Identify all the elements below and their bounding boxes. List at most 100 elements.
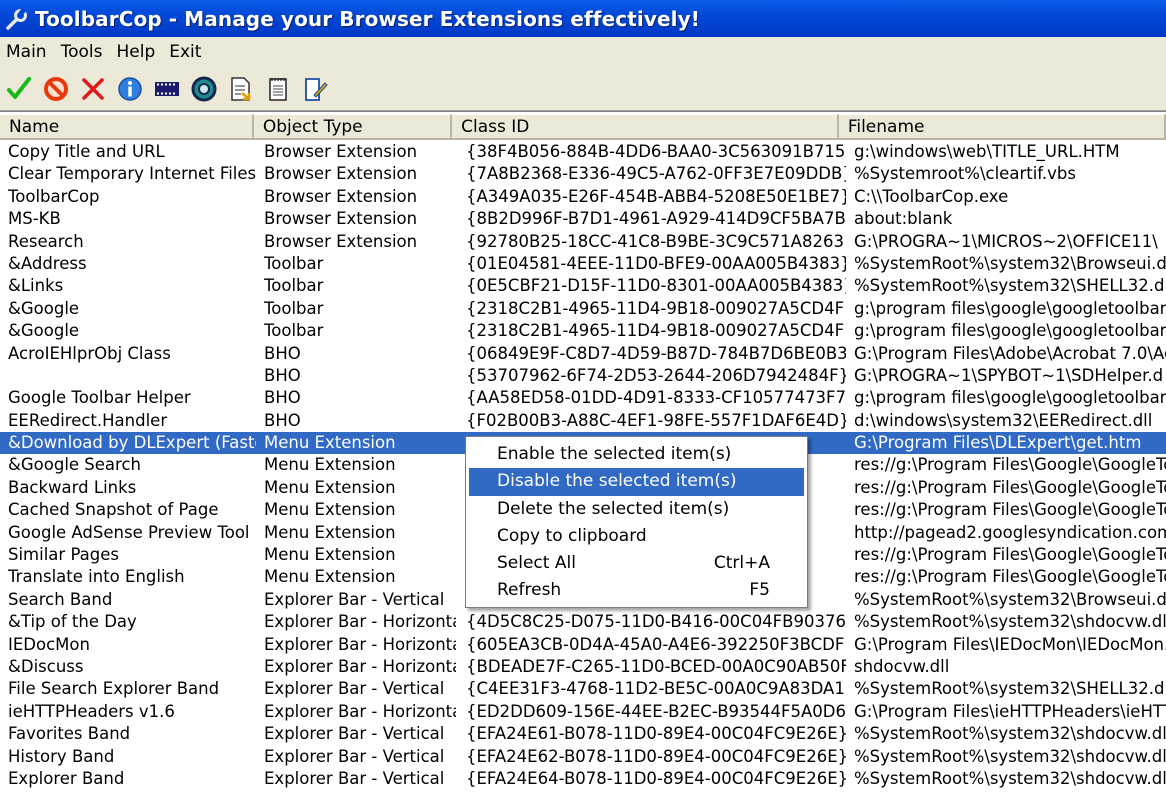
cell-object-type: BHO (264, 343, 301, 363)
cell-name: Google Toolbar Helper (8, 388, 191, 408)
cell-class-id: {8B2D996F-B7D1-4961-A929-414D9CF5BA7B} (466, 209, 846, 229)
context-menu-item-label: Delete the selected item(s) (497, 498, 730, 519)
cell-filename: C:\\ToolbarCop.exe (854, 186, 1009, 206)
cell-filename: g:\program files\google\googletoolbar1.d (854, 388, 1166, 408)
cell-object-type: BHO (264, 410, 301, 430)
table-row[interactable]: &Discuss Explorer Bar - Horizontal {BDEADE… (0, 656, 1166, 678)
context-menu-item-label: Enable the selected item(s) (497, 444, 732, 464)
cell-object-type: Menu Extension (264, 433, 396, 453)
title-bar: ToolbarCop - Manage your Browser Extensi… (0, 0, 1166, 37)
table-row[interactable]: Clear Temporary Internet Files Browser Ex… (0, 163, 1166, 185)
cell-filename: about:blank (854, 209, 953, 229)
table-row[interactable]: &Address Toolbar {01E04581-4EEE-11D0-BFE9-… (0, 253, 1166, 275)
cell-object-type: Toolbar (264, 276, 324, 296)
cell-filename: res://g:\Program Files\Google\GoogleTo (854, 477, 1166, 497)
globe-gear-icon (191, 76, 216, 101)
cell-class-id: {01E04581-4EEE-11D0-BFE9-00AA005B4383} (466, 253, 846, 273)
cell-filename: g:\program files\google\googletoolbar1.d (854, 321, 1166, 341)
cell-name: AcroIEHlprObj Class (8, 343, 171, 363)
cell-name: &Tip of the Day (8, 612, 137, 632)
table-row[interactable]: Explorer Band Explorer Bar - Vertical {EFA… (0, 768, 1166, 790)
menu-main[interactable]: Main (0, 42, 53, 62)
table-row[interactable]: History Band Explorer Bar - Vertical {EFA2… (0, 746, 1166, 768)
cell-object-type: Menu Extension (264, 455, 396, 475)
globe-button[interactable] (185, 71, 222, 107)
cell-object-type: BHO (264, 388, 301, 408)
menu-help[interactable]: Help (110, 42, 161, 62)
table-row[interactable]: &Tip of the Day Explorer Bar - Horizontal… (0, 611, 1166, 633)
context-menu: Enable the selected item(s) Disable the s… (465, 436, 808, 608)
cell-name: EERedirect.Handler (8, 410, 168, 430)
cell-name: IEDocMon (8, 634, 90, 654)
cell-class-id: {EFA24E64-B078-11D0-89E4-00C04FC9E26E} (466, 768, 846, 788)
cell-object-type: Explorer Bar - Vertical (264, 679, 445, 699)
column-header-name[interactable]: Name (0, 114, 254, 140)
table-row[interactable]: AcroIEHlprObj Class BHO {06849E9F-C8D7-4D5… (0, 343, 1166, 365)
context-menu-item[interactable]: Delete the selected item(s) (469, 496, 804, 523)
table-row[interactable]: Research Browser Extension {92780B25-18CC-… (0, 231, 1166, 253)
cell-object-type: Toolbar (264, 253, 324, 273)
table-row[interactable]: &Links Toolbar {0E5CBF21-D15F-11D0-8301-00… (0, 275, 1166, 297)
table-row[interactable]: BHO {53707962-6F74-2D53-2644-206D7942484F… (0, 365, 1166, 387)
edit-button[interactable] (296, 71, 333, 107)
cell-class-id: {605EA3CB-0D4A-45A0-A4E6-392250F3BCDF} (466, 634, 846, 654)
delete-button[interactable] (74, 71, 111, 107)
table-row[interactable]: File Search Explorer Band Explorer Bar - … (0, 678, 1166, 700)
cell-name: &Links (8, 276, 64, 296)
column-header-class-id[interactable]: Class ID (452, 114, 839, 140)
context-menu-item[interactable]: Refresh F5 (469, 577, 804, 604)
export-button[interactable] (222, 71, 259, 107)
cell-name: File Search Explorer Band (8, 679, 220, 699)
table-row[interactable]: Google Toolbar Helper BHO {AA58ED58-01DD-4… (0, 387, 1166, 409)
cell-class-id: {ED2DD609-156E-44EE-B2EC-B93544F5A0D6} (466, 701, 846, 721)
context-menu-item[interactable]: Enable the selected item(s) (469, 441, 804, 468)
cell-class-id: {2318C2B1-4965-11D4-9B18-009027A5CD4F} (466, 321, 846, 341)
cell-name: Google AdSense Preview Tool (8, 522, 250, 542)
cell-filename: res://g:\Program Files\Google\GoogleTo (854, 455, 1166, 475)
table-row[interactable]: Favorites Band Explorer Bar - Vertical {EF… (0, 723, 1166, 745)
film-button[interactable] (148, 71, 185, 107)
cell-class-id: {EFA24E61-B078-11D0-89E4-00C04FC9E26E} (466, 724, 846, 744)
cell-filename: %SystemRoot%\system32\Browseui.dll (854, 253, 1166, 273)
cell-name: Backward Links (8, 477, 137, 497)
delete-x-icon (81, 77, 104, 100)
cell-name: Translate into English (8, 567, 185, 587)
cell-object-type: Explorer Bar - Vertical (264, 589, 445, 609)
column-header-object-type[interactable]: Object Type (253, 114, 453, 140)
table-row[interactable]: EERedirect.Handler BHO {F02B00B3-A88C-4EF1… (0, 410, 1166, 432)
menu-exit[interactable]: Exit (163, 42, 207, 62)
cell-filename: %SystemRoot%\system32\SHELL32.dll (854, 276, 1166, 296)
cell-class-id: {7A8B2368-E336-49C5-A762-0FF3E7E09DDB} (466, 164, 846, 184)
notepad-button[interactable] (259, 71, 296, 107)
menu-tools[interactable]: Tools (55, 42, 109, 62)
cell-class-id: {C4EE31F3-4768-11D2-BE5C-00A0C9A83DA1} (466, 679, 846, 699)
context-menu-item[interactable]: Disable the selected item(s) (469, 468, 804, 496)
info-button[interactable] (111, 71, 148, 107)
cell-object-type: Browser Extension (264, 231, 418, 251)
cell-object-type: Toolbar (264, 321, 324, 341)
cell-name: &Download by DLExpert (Faster) (8, 433, 256, 453)
cell-object-type: Explorer Bar - Vertical (264, 768, 445, 788)
table-row[interactable]: ieHTTPHeaders v1.6 Explorer Bar - Horizon… (0, 701, 1166, 723)
cell-filename: G:\Program Files\IEDocMon\IEDocMon. (854, 634, 1166, 654)
table-row[interactable]: &Google Toolbar {2318C2B1-4965-11D4-9B18-0… (0, 298, 1166, 320)
context-menu-item[interactable]: Copy to clipboard (469, 523, 804, 550)
context-menu-item[interactable]: Select All Ctrl+A (469, 550, 804, 577)
cell-object-type: Toolbar (264, 298, 324, 318)
cell-filename: %SystemRoot%\system32\SHELL32.dll (854, 679, 1166, 699)
table-row[interactable]: MS-KB Browser Extension {8B2D996F-B7D1-496… (0, 208, 1166, 230)
cell-object-type: Browser Extension (264, 186, 418, 206)
cell-name: &Google Search (8, 455, 141, 475)
table-row[interactable]: IEDocMon Explorer Bar - Horizontal {605EA3… (0, 634, 1166, 656)
disable-button[interactable] (37, 71, 74, 107)
cell-name: &Discuss (8, 656, 84, 676)
cell-object-type: Menu Extension (264, 545, 396, 565)
notepad-icon (268, 77, 287, 101)
table-row[interactable]: Copy Title and URL Browser Extension {38F4… (0, 141, 1166, 163)
table-row[interactable]: ToolbarCop Browser Extension {A349A035-E26… (0, 186, 1166, 208)
table-row[interactable]: &Google Toolbar {2318C2B1-4965-11D4-9B18-0… (0, 320, 1166, 342)
wrench-icon[interactable] (3, 5, 31, 33)
edit-document-icon (304, 77, 328, 101)
enable-button[interactable] (0, 71, 37, 107)
column-header-filename[interactable]: Filename (838, 114, 1166, 140)
